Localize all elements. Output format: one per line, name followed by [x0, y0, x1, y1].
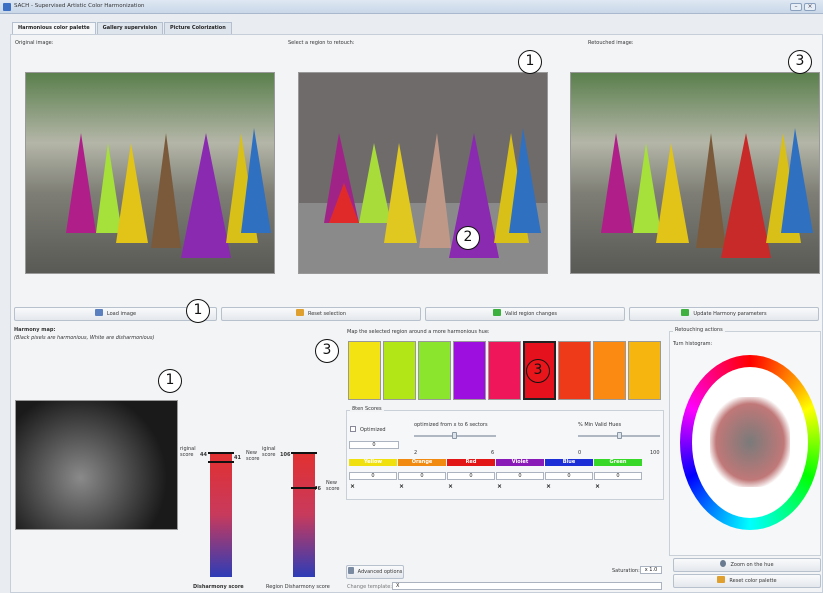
remove-color-icon[interactable]: × — [350, 483, 355, 490]
retouched-image-label: Retouched image: — [588, 40, 634, 46]
retouching-title: Retouching actions — [673, 327, 725, 333]
reset-selection-button[interactable]: Reset selection — [221, 307, 421, 321]
undo-icon — [295, 309, 304, 316]
chart2-bar — [293, 452, 315, 577]
score-color-header: Green — [594, 459, 642, 466]
chart2-original-value: 106 — [280, 452, 291, 458]
tab-bar: Harmonious color palette Gallery supervi… — [12, 22, 233, 35]
palette-swatch[interactable] — [488, 341, 521, 400]
title-bar: SACH - Supervised Artistic Color Harmoni… — [0, 0, 823, 14]
hue-histogram[interactable] — [692, 367, 808, 518]
hue-wheel[interactable] — [680, 355, 820, 530]
chart1-caption: Disharmony score — [193, 584, 244, 590]
optimized-checkbox[interactable] — [350, 426, 356, 432]
score-color-header: Blue — [545, 459, 593, 466]
zoom-hue-button[interactable]: Zoom on the hue — [673, 558, 821, 572]
chart2-new-marker — [291, 487, 317, 489]
valid-hues-min: 0 — [578, 450, 582, 456]
callout-1-harmony: 1 — [158, 369, 182, 393]
score-value-field[interactable]: 0 — [398, 472, 446, 480]
score-color-header: Yellow — [349, 459, 397, 466]
advanced-options-button[interactable]: Advanced options — [346, 565, 404, 579]
score-value-field[interactable]: 0 — [594, 472, 642, 480]
callout-1-load: 1 — [186, 299, 210, 323]
score-color-header: Red — [447, 459, 495, 466]
original-image — [25, 72, 275, 274]
harmony-map-image — [15, 400, 178, 530]
score-color-header: Orange — [398, 459, 446, 466]
palette-swatch[interactable] — [418, 341, 451, 400]
palette-swatch[interactable] — [348, 341, 381, 400]
sectors-max: 6 — [491, 450, 495, 456]
close-button[interactable]: × — [804, 3, 816, 11]
harmony-map-subtitle: (Black pixels are harmonious, White are … — [14, 335, 155, 341]
remove-color-icon[interactable]: × — [595, 483, 600, 490]
score-value-field[interactable]: 0 — [447, 472, 495, 480]
palette-swatch[interactable] — [628, 341, 661, 400]
histogram-shape — [710, 397, 790, 487]
sectors-slider-thumb[interactable] — [452, 432, 457, 439]
chart2-original-label: iginal score — [262, 446, 276, 458]
palette-swatch[interactable] — [558, 341, 591, 400]
score-value-field[interactable]: 0 — [545, 472, 593, 480]
chart1-new-marker — [208, 460, 234, 463]
tab-gallery-supervision[interactable]: Gallery supervision — [96, 22, 164, 34]
valid-hues-label: % Min Valid Hues — [578, 422, 622, 428]
harmony-map-title: Harmony map: — [14, 327, 56, 333]
image-icon — [94, 309, 103, 316]
valid-hues-slider-thumb[interactable] — [617, 432, 622, 439]
zoom-icon — [720, 560, 727, 567]
tab-picture-colorization[interactable]: Picture Colorization — [164, 22, 232, 34]
template-select[interactable]: X — [392, 582, 662, 590]
refresh-icon — [681, 309, 690, 316]
callout-3-palette: 3 — [315, 339, 339, 363]
check-icon — [492, 309, 501, 316]
sectors-min: 2 — [414, 450, 418, 456]
scores-title: 8ten Scores — [350, 406, 384, 412]
chart1-bar — [210, 452, 232, 577]
original-image-label: Original image: — [15, 40, 54, 46]
palette-swatch[interactable] — [593, 341, 626, 400]
app-icon — [3, 3, 11, 11]
reset-palette-button[interactable]: Reset color palette — [673, 574, 821, 588]
sectors-label: optimized from x to 6 sectors — [414, 422, 488, 428]
optimized-value-field[interactable]: 0 — [349, 441, 399, 449]
minimize-button[interactable]: – — [790, 3, 802, 11]
chart1-original-value: 44 — [200, 452, 207, 458]
turn-histogram-label: Turn histogram: — [673, 341, 713, 347]
chart2-caption: Region Disharmony score — [266, 584, 330, 590]
score-value-field[interactable]: 0 — [349, 472, 397, 480]
palette-swatch[interactable] — [453, 341, 486, 400]
window-title: SACH - Supervised Artistic Color Harmoni… — [14, 3, 145, 9]
pencil-icon — [347, 567, 354, 574]
score-color-header: Violet — [496, 459, 544, 466]
chart1-original-marker — [208, 452, 234, 454]
remove-color-icon[interactable]: × — [399, 483, 404, 490]
chart1-new-value: 41 — [234, 455, 241, 461]
remove-color-icon[interactable]: × — [497, 483, 502, 490]
chart1-original-label: riginal score — [180, 446, 196, 458]
segmented-image[interactable] — [298, 72, 548, 274]
callout-3-retouched: 3 — [788, 50, 812, 74]
saturation-label: Saturation: — [612, 568, 640, 574]
remove-color-icon[interactable]: × — [546, 483, 551, 490]
remove-color-icon[interactable]: × — [448, 483, 453, 490]
select-region-label: Select a region to retouch: — [288, 40, 355, 46]
update-harmony-button[interactable]: Update Harmony parameters — [629, 307, 819, 321]
valid-hues-max: 100 — [650, 450, 660, 456]
palette-swatch[interactable] — [383, 341, 416, 400]
retouched-image — [570, 72, 820, 274]
callout-1-selection: 1 — [518, 50, 542, 74]
saturation-spinbox[interactable]: x 1.0 — [640, 566, 662, 574]
undo-icon — [717, 576, 726, 583]
score-value-field[interactable]: 0 — [496, 472, 544, 480]
callout-2-region: 2 — [456, 226, 480, 250]
valid-region-changes-button[interactable]: Valid region changes — [425, 307, 625, 321]
callout-3-selected: 3 — [526, 359, 550, 383]
map-region-label: Map the selected region around a more ha… — [347, 329, 490, 335]
chart2-original-marker — [291, 452, 317, 454]
chart2-new-label: New score — [326, 480, 340, 492]
change-template-label: Change template: — [347, 584, 392, 590]
optimized-label: Optimized — [360, 427, 386, 433]
